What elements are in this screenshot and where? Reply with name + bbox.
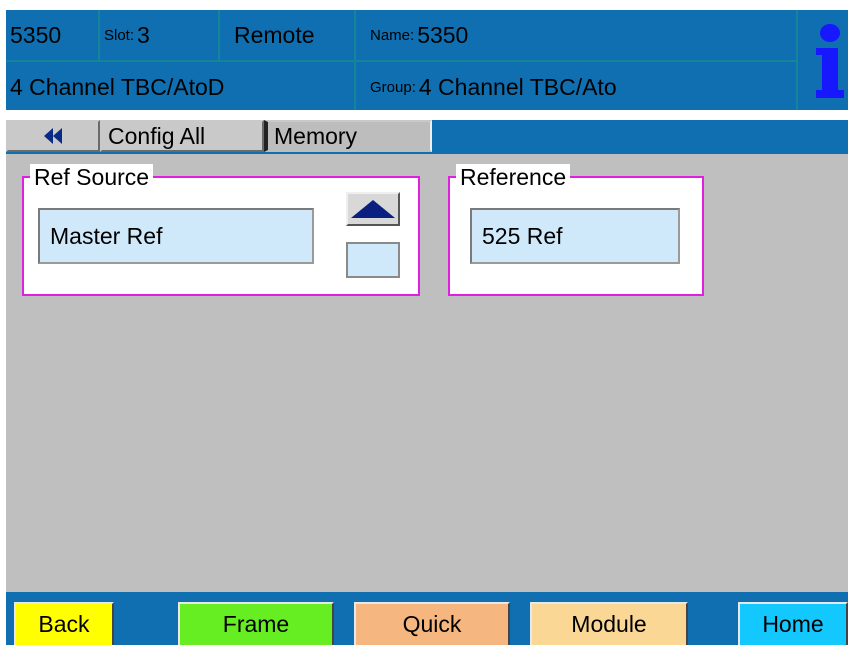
ref-source-up-button[interactable] <box>346 192 400 226</box>
slot-label: Slot: 3 <box>104 16 212 54</box>
mode-label: Remote <box>234 16 350 54</box>
group-value: 4 Channel TBC/Ato <box>418 73 617 100</box>
content-panel: Ref Source Master Ref Reference 525 Ref <box>6 154 848 592</box>
reference-legend: Reference <box>456 164 571 190</box>
up-arrow-icon <box>351 200 395 218</box>
mode-text: Remote <box>234 21 315 48</box>
tab-config-all[interactable]: Config All <box>100 120 264 152</box>
header-bar: 5350 Slot: 3 Remote Name: 5350 4 Channel… <box>6 10 848 110</box>
tab-label: Config All <box>108 122 206 149</box>
group-caption: Group: <box>370 78 416 96</box>
module-label: Module <box>571 611 647 637</box>
back-label: Back <box>38 611 90 637</box>
ref-source-legend: Ref Source <box>30 164 154 190</box>
tab-label: Memory <box>274 122 358 149</box>
reference-value: 525 Ref <box>482 222 563 249</box>
model-text: 5350 <box>10 21 62 48</box>
tab-back-button[interactable] <box>6 120 100 152</box>
reference-field[interactable]: 525 Ref <box>470 208 680 264</box>
screen: 5350 Slot: 3 Remote Name: 5350 4 Channel… <box>6 0 848 645</box>
divider <box>218 10 220 60</box>
name-value: 5350 <box>417 21 469 48</box>
footer-bar: Back Frame Quick Module Home <box>6 592 848 645</box>
back-button[interactable]: Back <box>14 602 114 645</box>
module-button[interactable]: Module <box>530 602 688 645</box>
reference-group: Reference 525 Ref <box>448 164 704 296</box>
ref-source-down-button[interactable] <box>346 242 400 278</box>
home-button[interactable]: Home <box>738 602 848 645</box>
divider <box>796 10 798 110</box>
group-field: Group: 4 Channel TBC/Ato <box>370 68 790 106</box>
name-caption: Name: <box>370 26 415 44</box>
description-text: 4 Channel TBC/AtoD <box>10 73 225 100</box>
ref-source-group: Ref Source Master Ref <box>22 164 420 296</box>
frame-button[interactable]: Frame <box>178 602 334 645</box>
ref-source-field[interactable]: Master Ref <box>38 208 314 264</box>
quick-button[interactable]: Quick <box>354 602 510 645</box>
divider <box>98 10 100 60</box>
home-label: Home <box>762 611 824 637</box>
divider <box>6 60 796 62</box>
model-label: 5350 <box>10 16 94 54</box>
quick-label: Quick <box>402 611 462 637</box>
ref-source-value: Master Ref <box>50 222 163 249</box>
tab-bar: Config All Memory <box>6 120 848 154</box>
info-icon[interactable] <box>812 22 848 102</box>
name-field: Name: 5350 <box>370 16 790 54</box>
slot-caption: Slot: <box>104 26 135 44</box>
description-label: 4 Channel TBC/AtoD <box>10 68 350 106</box>
frame-label: Frame <box>222 611 290 637</box>
slot-value: 3 <box>137 21 150 48</box>
double-left-arrow-icon <box>44 128 62 144</box>
tab-memory[interactable]: Memory <box>264 120 432 152</box>
